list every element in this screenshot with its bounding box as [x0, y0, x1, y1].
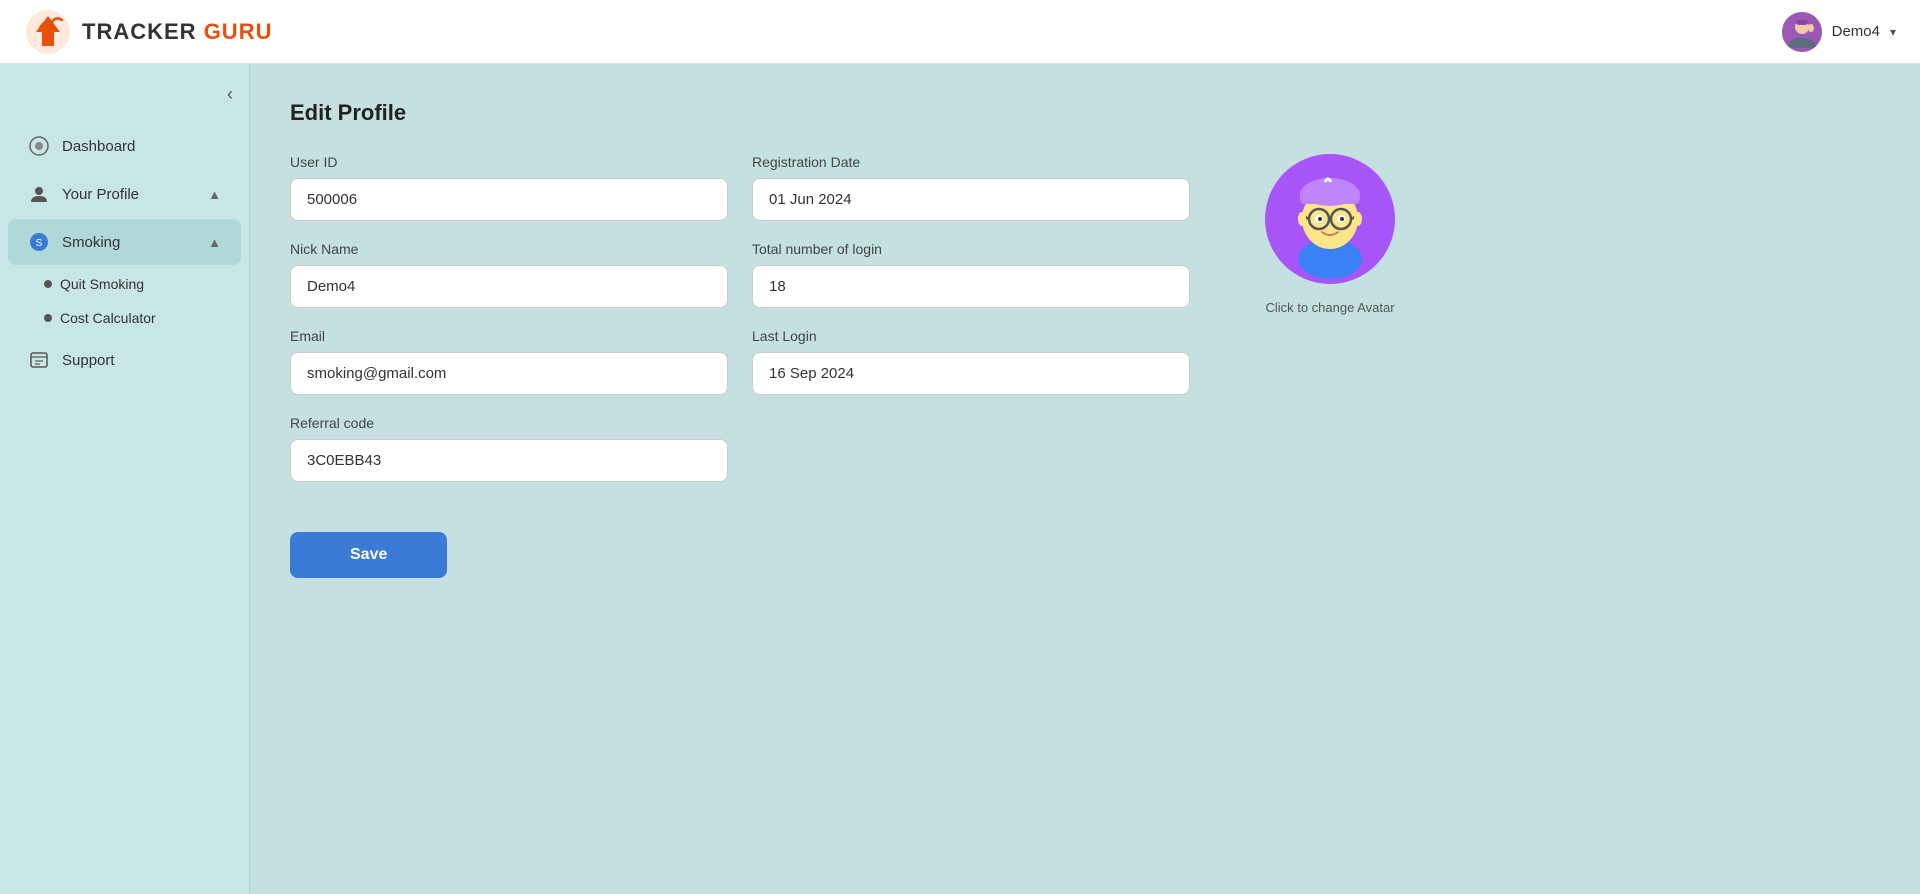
dashboard-icon — [28, 135, 50, 157]
email-group: Email — [290, 328, 728, 395]
sidebar-support-label: Support — [62, 352, 221, 369]
topbar: TRACKER GURU Demo4 ▾ — [0, 0, 1920, 64]
referral-code-group: Referral code — [290, 415, 728, 482]
total-login-group: Total number of login — [752, 241, 1190, 308]
avatar-section: Click to change Avatar — [1250, 154, 1410, 315]
logo-icon — [24, 8, 72, 56]
email-label: Email — [290, 328, 728, 344]
form-row-4: Referral code — [290, 415, 1190, 482]
sidebar-item-quit-smoking[interactable]: Quit Smoking — [44, 267, 249, 301]
page-title: Edit Profile — [290, 100, 1880, 126]
form-row-2: Nick Name Total number of login — [290, 241, 1190, 308]
profile-chevron-icon: ▲ — [208, 187, 221, 202]
change-avatar-text[interactable]: Click to change Avatar — [1265, 300, 1394, 315]
logo-guru-text: GURU — [204, 19, 273, 44]
form-section: User ID Registration Date Nick Name — [290, 154, 1190, 578]
cost-calculator-label: Cost Calculator — [60, 310, 156, 326]
profile-icon — [28, 183, 50, 205]
nick-name-group: Nick Name — [290, 241, 728, 308]
user-avatar-top — [1782, 12, 1822, 52]
registration-date-group: Registration Date — [752, 154, 1190, 221]
referral-code-label: Referral code — [290, 415, 728, 431]
quit-smoking-bullet — [44, 280, 52, 288]
layout: ‹ Dashboard Your Profile ▲ — [0, 64, 1920, 894]
total-login-label: Total number of login — [752, 241, 1190, 257]
logo-tracker-text: TRACKER — [82, 19, 197, 44]
user-name: Demo4 — [1832, 23, 1880, 40]
support-icon — [28, 349, 50, 371]
registration-date-input[interactable] — [752, 178, 1190, 221]
nick-name-label: Nick Name — [290, 241, 728, 257]
referral-code-input[interactable] — [290, 439, 728, 482]
logo: TRACKER GURU — [24, 8, 272, 56]
smoking-icon: S — [28, 231, 50, 253]
smoking-submenu: Quit Smoking Cost Calculator — [0, 267, 249, 335]
svg-text:S: S — [36, 238, 43, 249]
total-login-input[interactable] — [752, 265, 1190, 308]
cost-calculator-bullet — [44, 314, 52, 322]
email-input[interactable] — [290, 352, 728, 395]
last-login-label: Last Login — [752, 328, 1190, 344]
edit-profile-container: User ID Registration Date Nick Name — [290, 154, 1880, 578]
sidebar-item-support[interactable]: Support — [8, 337, 241, 383]
sidebar-item-smoking[interactable]: S Smoking ▲ — [8, 219, 241, 265]
smoking-chevron-icon: ▲ — [208, 235, 221, 250]
form-row-3: Email Last Login — [290, 328, 1190, 395]
user-id-group: User ID — [290, 154, 728, 221]
form-row-1: User ID Registration Date — [290, 154, 1190, 221]
last-login-group: Last Login — [752, 328, 1190, 395]
user-id-input[interactable] — [290, 178, 728, 221]
avatar-image[interactable] — [1265, 154, 1395, 284]
user-id-label: User ID — [290, 154, 728, 170]
sidebar-profile-label: Your Profile — [62, 186, 196, 203]
sidebar-item-your-profile[interactable]: Your Profile ▲ — [8, 171, 241, 217]
sidebar-item-cost-calculator[interactable]: Cost Calculator — [44, 301, 249, 335]
registration-date-label: Registration Date — [752, 154, 1190, 170]
user-menu[interactable]: Demo4 ▾ — [1782, 12, 1896, 52]
last-login-input[interactable] — [752, 352, 1190, 395]
sidebar-collapse-button[interactable]: ‹ — [0, 80, 249, 121]
save-button[interactable]: Save — [290, 532, 447, 578]
nick-name-input[interactable] — [290, 265, 728, 308]
sidebar-dashboard-label: Dashboard — [62, 138, 221, 155]
user-menu-chevron: ▾ — [1890, 25, 1896, 39]
sidebar-item-dashboard[interactable]: Dashboard — [8, 123, 241, 169]
quit-smoking-label: Quit Smoking — [60, 276, 144, 292]
sidebar: ‹ Dashboard Your Profile ▲ — [0, 64, 250, 894]
sidebar-smoking-label: Smoking — [62, 234, 196, 251]
main-content: Edit Profile User ID Registration Date — [250, 64, 1920, 894]
